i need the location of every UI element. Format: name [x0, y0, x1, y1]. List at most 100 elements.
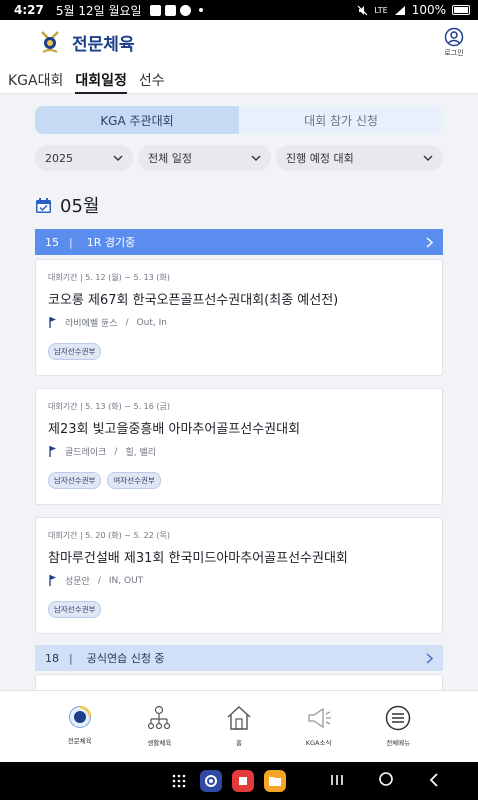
home-icon: [227, 706, 251, 730]
segment-entry-application[interactable]: 대회 참가 신청: [239, 106, 443, 134]
app-drawer-icon[interactable]: [172, 774, 186, 788]
venue-name: 라비에벨 듄스: [65, 319, 118, 329]
folder-app-icon[interactable]: [264, 770, 286, 792]
division-badge: 남자선수권부: [48, 343, 102, 360]
venue-name: 골드레이크: [65, 448, 107, 458]
event-period: 대회기간 | 5. 20 (화) ~ 5. 22 (목): [48, 531, 171, 540]
event-period: 대회기간 | 5. 13 (화) ~ 5. 16 (금): [48, 402, 171, 411]
schedule-select[interactable]: 전체 일정: [138, 145, 271, 171]
calendar-icon: [36, 197, 51, 213]
nav-label: KGA소식: [305, 739, 332, 747]
login-button[interactable]: 로그인: [444, 27, 464, 58]
event-venue: 라비에벨 듄스 / Out, In: [48, 316, 430, 329]
event-title: 참마루건설배 제31회 한국미드아마추어골프선수권대회: [48, 551, 348, 566]
event-type-segment: KGA 주관대회 대회 참가 신청: [35, 106, 443, 134]
network-type: LTE: [374, 5, 388, 15]
filter-bar: 2025 전체 일정 진행 예정 대회: [35, 145, 443, 171]
life-sports-icon: [148, 705, 171, 730]
nav-label: 홈: [235, 739, 242, 747]
nav-home[interactable]: 홈: [209, 691, 269, 762]
group-status: 1R 경기중: [86, 236, 136, 249]
year-select-value: 2025: [45, 151, 73, 165]
battery-percent: 100%: [411, 3, 446, 17]
day-group-15[interactable]: 15 | 1R 경기중: [35, 229, 443, 255]
status-select[interactable]: 진행 예정 대회: [276, 145, 443, 171]
nav-life-sports[interactable]: 생활체육: [129, 691, 189, 762]
nav-all-menu[interactable]: 전체메뉴: [368, 691, 428, 762]
division-badge: 여자선수권부: [107, 472, 161, 489]
event-title: 제23회 빛고을중흥배 아마추어골프선수권대회: [48, 422, 301, 437]
chevron-right-icon: [426, 236, 433, 248]
bottom-navigation: 전문체육 생활체육 홈 KGA소식 전체메뉴: [0, 690, 478, 762]
notes-app-icon[interactable]: [232, 770, 254, 792]
mute-icon: [357, 5, 368, 15]
nav-kga-news[interactable]: KGA소식: [289, 691, 349, 762]
recents-button[interactable]: [330, 772, 344, 791]
division-badges: 남자선수권부: [48, 343, 430, 360]
group-day: 18: [45, 651, 59, 665]
settings-app-icon[interactable]: [200, 770, 222, 792]
schedule-select-value: 전체 일정: [148, 152, 192, 165]
event-venue: 성문안 / IN, OUT: [48, 574, 430, 587]
login-label: 로그인: [444, 48, 464, 57]
event-card[interactable]: 대회기간 | 5. 12 (월) ~ 5. 13 (화) 코오롱 제67회 한국…: [35, 259, 443, 376]
chevron-down-icon: [423, 155, 433, 161]
month-header: 05월: [35, 192, 99, 218]
nav-pro-sports[interactable]: 전문체육: [50, 691, 110, 762]
chevron-down-icon: [251, 155, 261, 161]
year-select[interactable]: 2025: [35, 145, 133, 171]
tab-players[interactable]: 선수: [139, 64, 165, 94]
tab-kga-events[interactable]: KGA대회: [8, 64, 63, 94]
more-notifications-icon: [198, 8, 203, 12]
notification-icons: [149, 4, 203, 16]
top-tabs: KGA대회 대회일정 선수: [0, 64, 478, 94]
battery-icon: [452, 5, 470, 15]
status-select-value: 진행 예정 대회: [286, 152, 354, 165]
course-name: IN, OUT: [108, 575, 144, 586]
pro-sports-icon: [68, 705, 92, 728]
event-title: 코오롱 제67회 한국오픈골프선수권대회(최종 예선전): [48, 293, 339, 308]
group-separator: |: [69, 235, 73, 249]
division-badge: 남자선수권부: [48, 472, 102, 489]
gallery-notification-icon: [149, 4, 161, 16]
system-navigation-bar: [0, 762, 478, 800]
status-date: 5월 12일 월요일: [55, 3, 142, 18]
nav-label: 전체메뉴: [386, 739, 411, 747]
status-bar: 4:27 5월 12일 월요일 LTE 100%: [0, 0, 478, 20]
home-button[interactable]: [378, 771, 394, 791]
app-header: 전문체육 로그인: [0, 20, 478, 64]
golf-flag-icon: [49, 317, 56, 328]
group-day: 15: [45, 235, 59, 249]
app-title: 전문체육: [72, 34, 135, 55]
nav-label: 생활체육: [147, 739, 172, 747]
event-card[interactable]: 대회기간 | 5. 20 (화) ~ 5. 22 (목) 참마루건설배 제31회…: [35, 517, 443, 634]
kga-logo-icon: [36, 28, 64, 56]
group-separator: |: [69, 651, 73, 665]
course-name: 힐, 밸리: [125, 448, 157, 458]
course-name: Out, In: [136, 317, 167, 328]
nav-label: 전문체육: [67, 737, 92, 745]
segment-kga-hosted[interactable]: KGA 주관대회: [35, 106, 239, 134]
venue-separator: /: [125, 317, 129, 328]
chat-notification-icon: [179, 4, 191, 16]
event-card[interactable]: 대회기간 | 5. 13 (화) ~ 5. 16 (금) 제23회 빛고을중흥배…: [35, 388, 443, 505]
venue-name: 성문안: [65, 577, 90, 587]
message-notification-icon: [164, 4, 176, 16]
tab-event-schedule[interactable]: 대회일정: [75, 64, 127, 94]
user-icon: [444, 27, 464, 46]
group-status: 공식연습 신청 중: [86, 652, 165, 665]
month-label: 05월: [60, 196, 100, 217]
division-badge: 남자선수권부: [48, 601, 102, 618]
division-badges: 남자선수권부 여자선수권부: [48, 472, 430, 489]
event-venue: 골드레이크 / 힐, 밸리: [48, 445, 430, 458]
megaphone-icon: [307, 707, 331, 729]
day-group-18[interactable]: 18 | 공식연습 신청 중: [35, 645, 443, 671]
golf-flag-icon: [49, 575, 56, 586]
chevron-right-icon: [426, 652, 433, 664]
venue-separator: /: [97, 575, 101, 586]
status-time: 4:27: [14, 3, 44, 17]
back-button[interactable]: [428, 772, 440, 791]
venue-separator: /: [114, 446, 118, 457]
chevron-down-icon: [113, 155, 123, 161]
signal-icon: [394, 5, 405, 15]
